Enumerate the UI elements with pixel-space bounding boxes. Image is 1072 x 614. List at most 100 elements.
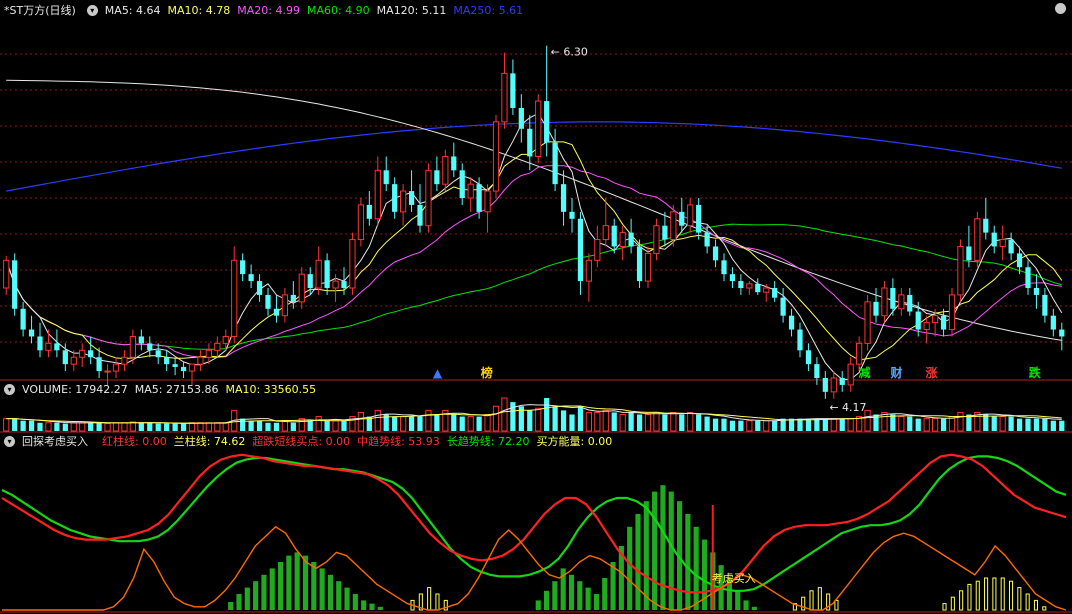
candle-body bbox=[923, 322, 930, 331]
volume-bar bbox=[535, 407, 542, 432]
indicator-green-bar bbox=[635, 514, 641, 610]
candle-body bbox=[484, 190, 491, 213]
volume-bar bbox=[619, 414, 626, 432]
candle-body bbox=[527, 128, 533, 157]
volume-bar bbox=[999, 416, 1006, 432]
indicator-green-bar bbox=[352, 594, 358, 610]
candle-body bbox=[96, 357, 102, 372]
candle-body bbox=[476, 184, 482, 212]
volume-bar bbox=[28, 420, 35, 431]
indicator-yellow-bar bbox=[959, 590, 964, 611]
indicator-green-bar bbox=[610, 562, 616, 610]
volume-bar bbox=[746, 420, 753, 432]
volume-bar bbox=[628, 412, 634, 431]
candle-body bbox=[577, 218, 584, 282]
candle-body bbox=[451, 156, 457, 171]
volume-bar bbox=[240, 418, 246, 431]
candle-body bbox=[560, 184, 567, 212]
volume-bar bbox=[197, 422, 204, 432]
volume-bar bbox=[492, 405, 500, 432]
volume-bar bbox=[763, 420, 770, 432]
candle-body bbox=[839, 378, 845, 385]
volume-bar bbox=[265, 422, 271, 431]
volume-bar bbox=[611, 412, 617, 431]
volume-bar bbox=[552, 406, 558, 431]
candle-body bbox=[147, 343, 153, 351]
volume-bar bbox=[281, 420, 289, 432]
volume-bar bbox=[1033, 418, 1040, 431]
candle-body bbox=[948, 294, 956, 331]
indicator-green-bar bbox=[311, 562, 317, 610]
ma60-line bbox=[5, 223, 1062, 350]
volume-bar bbox=[425, 409, 432, 432]
indicator-yellow-bar bbox=[834, 599, 839, 611]
indicator-green-bar bbox=[261, 574, 267, 610]
volume-bar bbox=[290, 422, 296, 431]
volume-bar bbox=[62, 423, 68, 431]
indicator-green-bar bbox=[743, 600, 749, 610]
event-marker: ▲ bbox=[433, 366, 443, 380]
candle-body bbox=[265, 294, 271, 309]
volume-bar bbox=[948, 416, 956, 432]
candle-body bbox=[3, 259, 10, 289]
candle-body bbox=[670, 211, 677, 241]
volume-bar bbox=[374, 409, 381, 432]
ma10-line bbox=[5, 141, 1063, 361]
volume-bar bbox=[248, 420, 254, 431]
volume-bar bbox=[830, 418, 837, 432]
candle-body bbox=[704, 232, 710, 247]
indicator-green-bar bbox=[336, 581, 342, 610]
volume-bar bbox=[112, 422, 120, 432]
volume-bar bbox=[679, 414, 685, 431]
volume-bar bbox=[957, 411, 964, 432]
indicator-line bbox=[1, 453, 1067, 594]
candle-body bbox=[679, 211, 685, 226]
candle-body bbox=[855, 342, 863, 365]
candle-body bbox=[619, 232, 626, 247]
candle-body bbox=[712, 246, 719, 261]
indicator-green-bar bbox=[302, 555, 309, 610]
candle-body bbox=[569, 211, 575, 219]
indicator-green-bar bbox=[286, 555, 292, 610]
candle-body bbox=[256, 281, 263, 295]
candle-body bbox=[644, 252, 652, 282]
volume-bar bbox=[54, 422, 60, 431]
indicator-green-bar bbox=[543, 590, 550, 610]
volume-bar bbox=[315, 416, 322, 432]
volume-bar bbox=[544, 398, 550, 431]
indicator-yellow-bar bbox=[817, 587, 822, 611]
indicator-yellow-bar bbox=[950, 596, 955, 611]
volume-bar bbox=[341, 420, 347, 431]
buy-signal-label: 考虑买入 bbox=[712, 572, 756, 585]
candle-body bbox=[830, 377, 837, 393]
candle-body bbox=[290, 294, 296, 302]
volume-bar bbox=[991, 416, 997, 431]
candle-body bbox=[974, 218, 981, 261]
candle-body bbox=[729, 274, 736, 282]
volume-bar bbox=[417, 416, 423, 431]
candle-body bbox=[240, 260, 246, 275]
candle-body bbox=[662, 225, 668, 240]
indicator-yellow-bar bbox=[975, 580, 980, 611]
indicator-green-bar bbox=[228, 602, 234, 610]
volume-bar bbox=[822, 418, 828, 431]
candle-body bbox=[129, 335, 137, 358]
volume-bar bbox=[729, 420, 736, 431]
volume-bar bbox=[983, 414, 989, 431]
candle-body bbox=[231, 259, 238, 337]
candle-body bbox=[54, 343, 60, 351]
volume-bar bbox=[653, 411, 660, 432]
stock-chart[interactable]: ← 6.30 ← 4.17 ▲ 榜 减 财 涨 跌考虑买入 bbox=[0, 0, 1072, 614]
volume-bar bbox=[172, 423, 178, 431]
candle-body bbox=[535, 100, 542, 157]
volume-bar bbox=[273, 422, 280, 431]
indicator-line bbox=[2, 525, 1067, 611]
volume-bar bbox=[392, 416, 398, 431]
indicator-green-bar bbox=[236, 594, 242, 610]
indicator-green-bar bbox=[377, 606, 383, 610]
volume-bar bbox=[890, 414, 896, 431]
volume-bar bbox=[451, 414, 457, 431]
candle-body bbox=[552, 142, 558, 185]
candle-body bbox=[991, 232, 997, 247]
candle-body bbox=[12, 260, 18, 309]
